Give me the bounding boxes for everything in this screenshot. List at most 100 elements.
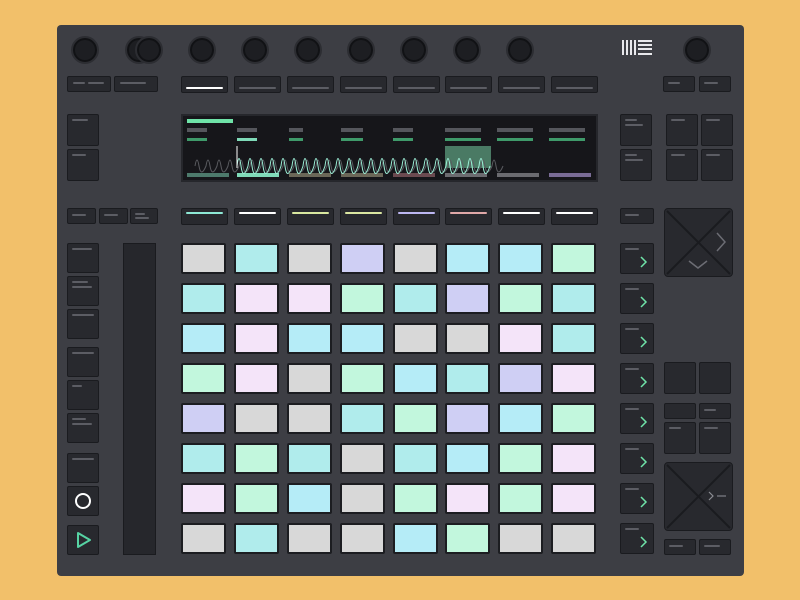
octave-down-button[interactable]: [699, 362, 731, 394]
scene-launch-button-6[interactable]: [620, 443, 654, 474]
pad-r6-c6[interactable]: [445, 443, 490, 474]
pad-r1-c1[interactable]: [181, 243, 226, 274]
pad-r3-c4[interactable]: [340, 323, 385, 354]
upper-display-button-1[interactable]: [181, 76, 228, 93]
pad-r4-c3[interactable]: [287, 363, 332, 394]
scene-launch-button-3[interactable]: [620, 323, 654, 354]
pad-r5-c8[interactable]: [551, 403, 596, 434]
pad-r3-c7[interactable]: [498, 323, 543, 354]
track-select-button-6[interactable]: [445, 208, 492, 225]
pad-r4-c6[interactable]: [445, 363, 490, 394]
track-select-button-2[interactable]: [234, 208, 281, 225]
encoder-knob-7[interactable]: [453, 36, 481, 64]
delete-button[interactable]: [67, 149, 99, 181]
pad-r5-c5[interactable]: [393, 403, 438, 434]
pad-r7-c7[interactable]: [498, 483, 543, 514]
mix-button[interactable]: [666, 114, 698, 146]
pad-r1-c8[interactable]: [551, 243, 596, 274]
pad-r1-c7[interactable]: [498, 243, 543, 274]
select-button[interactable]: [699, 422, 731, 454]
shift-button[interactable]: [664, 422, 696, 454]
tap-tempo-button[interactable]: [67, 76, 111, 92]
upper-display-button-5[interactable]: [393, 76, 440, 93]
pad-r3-c6[interactable]: [445, 323, 490, 354]
pad-r5-c1[interactable]: [181, 403, 226, 434]
pad-r3-c1[interactable]: [181, 323, 226, 354]
pad-r8-c8[interactable]: [551, 523, 596, 554]
pad-r1-c2[interactable]: [234, 243, 279, 274]
pad-r3-c8[interactable]: [551, 323, 596, 354]
pad-r2-c5[interactable]: [393, 283, 438, 314]
pad-r7-c8[interactable]: [551, 483, 596, 514]
pad-r2-c7[interactable]: [498, 283, 543, 314]
track-select-button-3[interactable]: [287, 208, 334, 225]
pad-r8-c5[interactable]: [393, 523, 438, 554]
setup-button[interactable]: [663, 76, 695, 92]
pad-r4-c4[interactable]: [340, 363, 385, 394]
upper-display-button-3[interactable]: [287, 76, 334, 93]
scene-launch-button-1[interactable]: [620, 243, 654, 274]
browse-button[interactable]: [620, 149, 652, 181]
pad-r1-c4[interactable]: [340, 243, 385, 274]
track-select-button-1[interactable]: [181, 208, 228, 225]
touch-strip[interactable]: [123, 243, 156, 555]
pad-r7-c4[interactable]: [340, 483, 385, 514]
pad-r8-c7[interactable]: [498, 523, 543, 554]
pad-r5-c7[interactable]: [498, 403, 543, 434]
mute-button[interactable]: [67, 208, 96, 224]
upper-display-button-2[interactable]: [234, 76, 281, 93]
pad-r6-c2[interactable]: [234, 443, 279, 474]
new-button[interactable]: [67, 380, 99, 410]
encoder-knob-4[interactable]: [294, 36, 322, 64]
pad-r6-c4[interactable]: [340, 443, 385, 474]
page-right-button[interactable]: [699, 403, 731, 419]
tempo-knob[interactable]: [71, 36, 99, 64]
upper-display-button-6[interactable]: [445, 76, 492, 93]
pad-r4-c8[interactable]: [551, 363, 596, 394]
pad-r7-c3[interactable]: [287, 483, 332, 514]
pad-r5-c2[interactable]: [234, 403, 279, 434]
encoder-knob-2[interactable]: [188, 36, 216, 64]
pad-r1-c3[interactable]: [287, 243, 332, 274]
pad-r2-c8[interactable]: [551, 283, 596, 314]
pad-r4-c5[interactable]: [393, 363, 438, 394]
scene-launch-button-4[interactable]: [620, 363, 654, 394]
automate-button[interactable]: [67, 453, 99, 483]
pad-r1-c5[interactable]: [393, 243, 438, 274]
pad-r3-c3[interactable]: [287, 323, 332, 354]
upper-display-button-8[interactable]: [551, 76, 598, 93]
pad-r2-c4[interactable]: [340, 283, 385, 314]
undo-button[interactable]: [67, 114, 99, 146]
scene-launch-button-5[interactable]: [620, 403, 654, 434]
pad-r1-c6[interactable]: [445, 243, 490, 274]
encoder-knob-8[interactable]: [506, 36, 534, 64]
pad-r2-c1[interactable]: [181, 283, 226, 314]
add-track-button[interactable]: [701, 149, 733, 181]
pad-r3-c2[interactable]: [234, 323, 279, 354]
session-button[interactable]: [699, 539, 731, 555]
pad-r4-c2[interactable]: [234, 363, 279, 394]
pad-r7-c1[interactable]: [181, 483, 226, 514]
pad-r6-c5[interactable]: [393, 443, 438, 474]
play-button[interactable]: [67, 525, 99, 555]
dpad-cross-icon[interactable]: [664, 208, 733, 277]
pad-r8-c3[interactable]: [287, 523, 332, 554]
encoder-knob-1[interactable]: [135, 36, 163, 64]
track-select-button-8[interactable]: [551, 208, 598, 225]
pad-r6-c8[interactable]: [551, 443, 596, 474]
upper-display-button-4[interactable]: [340, 76, 387, 93]
record-button[interactable]: [67, 486, 99, 516]
pad-r2-c3[interactable]: [287, 283, 332, 314]
pad-r7-c6[interactable]: [445, 483, 490, 514]
lower-dpad[interactable]: [664, 462, 733, 531]
upper-display-button-7[interactable]: [498, 76, 545, 93]
convert-button[interactable]: [666, 149, 698, 181]
pad-r8-c1[interactable]: [181, 523, 226, 554]
pad-r3-c5[interactable]: [393, 323, 438, 354]
pad-r4-c1[interactable]: [181, 363, 226, 394]
pad-r8-c4[interactable]: [340, 523, 385, 554]
pad-r6-c7[interactable]: [498, 443, 543, 474]
master-button[interactable]: [620, 208, 654, 224]
duplicate-button[interactable]: [67, 347, 99, 377]
page-left-button[interactable]: [664, 403, 696, 419]
